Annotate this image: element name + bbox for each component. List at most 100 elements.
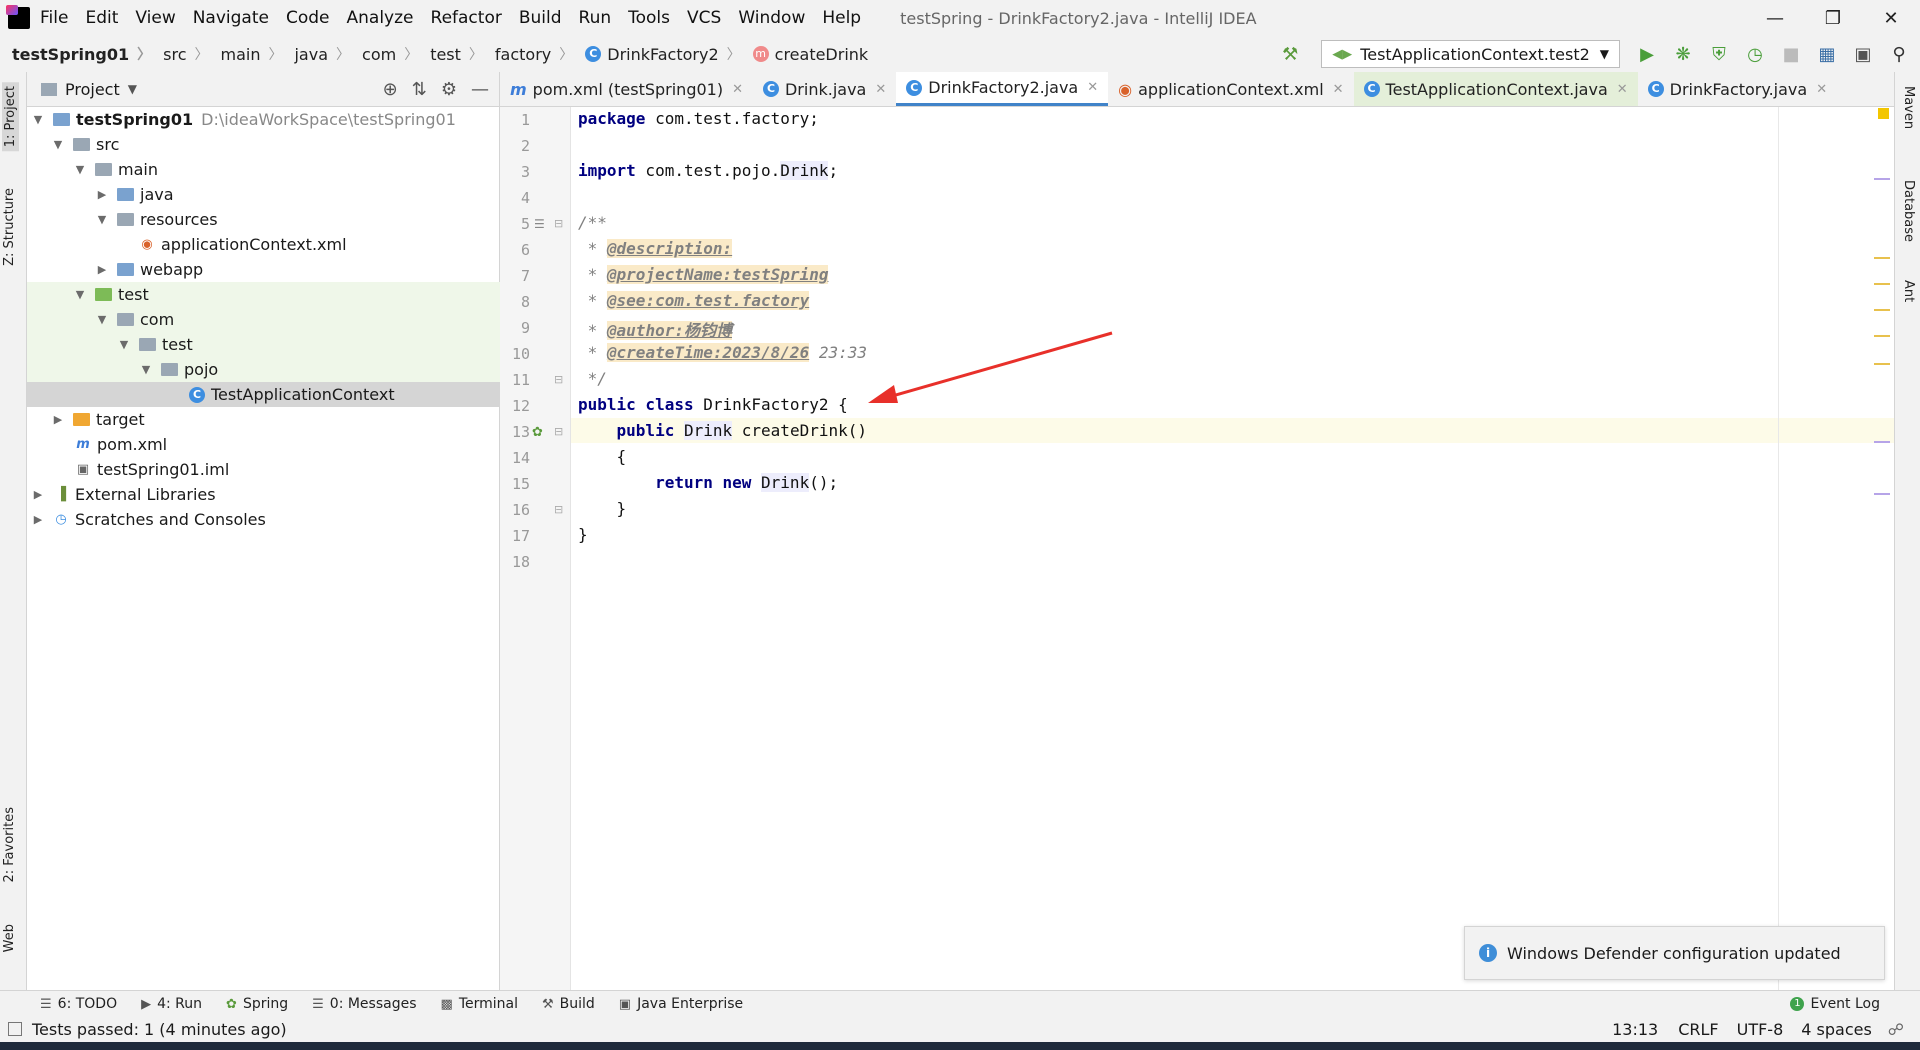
minimize-icon[interactable]: — bbox=[1746, 8, 1804, 29]
tool-build[interactable]: ⚒ Build bbox=[542, 996, 595, 1012]
error-stripe-marker[interactable] bbox=[1874, 283, 1890, 285]
error-stripe-marker[interactable] bbox=[1874, 178, 1890, 180]
run-configuration-select[interactable]: ◀▶ TestApplicationContext.test2 ▼ bbox=[1321, 40, 1620, 68]
chevron-down-icon[interactable]: ▼ bbox=[128, 82, 137, 96]
tab-pom-xml[interactable]: m pom.xml (testSpring01) ✕ bbox=[500, 72, 753, 106]
menu-edit[interactable]: Edit bbox=[85, 8, 118, 28]
inspection-status-icon[interactable] bbox=[1878, 108, 1889, 119]
menu-run[interactable]: Run bbox=[579, 8, 612, 28]
menu-view[interactable]: View bbox=[135, 8, 175, 28]
menu-help[interactable]: Help bbox=[822, 8, 861, 28]
error-stripe-marker[interactable] bbox=[1874, 335, 1890, 337]
menu-analyze[interactable]: Analyze bbox=[347, 8, 414, 28]
tool-run[interactable]: ▶ 4: Run bbox=[141, 996, 202, 1012]
tab-testapplicationcontext-java[interactable]: C TestApplicationContext.java ✕ bbox=[1353, 72, 1638, 106]
breadcrumb-com[interactable]: com 〉 bbox=[362, 44, 418, 64]
menu-tools[interactable]: Tools bbox=[628, 8, 670, 28]
toggle-tool-windows-icon[interactable] bbox=[8, 1022, 22, 1036]
tree-item-webapp[interactable]: ▶ webapp bbox=[27, 257, 567, 282]
tree-item-external-libraries[interactable]: ▶ ▐ External Libraries bbox=[27, 482, 503, 507]
breadcrumb-factory[interactable]: factory 〉 bbox=[495, 44, 573, 64]
error-stripe-marker[interactable] bbox=[1874, 363, 1890, 365]
tab-drink-java[interactable]: C Drink.java ✕ bbox=[753, 72, 896, 106]
stop-icon[interactable]: ■ bbox=[1776, 41, 1806, 67]
profile-icon[interactable]: ◷ bbox=[1740, 41, 1770, 67]
tool-event-log[interactable]: 1 Event Log bbox=[1790, 996, 1880, 1012]
coverage-icon[interactable]: ⛨ bbox=[1704, 41, 1734, 67]
fold-icon[interactable]: ⊟ bbox=[554, 503, 563, 516]
fold-icon[interactable]: ⊟ bbox=[554, 425, 563, 438]
maven-tool-tab[interactable]: Maven bbox=[1901, 86, 1916, 129]
close-window-icon[interactable]: ✕ bbox=[1862, 8, 1920, 29]
caret-position[interactable]: 13:13 bbox=[1612, 1020, 1658, 1039]
menu-refactor[interactable]: Refactor bbox=[431, 8, 502, 28]
collapse-all-icon[interactable]: ⇅ bbox=[412, 79, 427, 100]
status-message[interactable]: Tests passed: 1 (4 minutes ago) bbox=[32, 1020, 287, 1039]
locate-icon[interactable]: ⊕ bbox=[383, 79, 398, 100]
code-editor[interactable]: package com.test.factory; import com.tes… bbox=[571, 107, 1894, 990]
project-view-title[interactable]: Project bbox=[65, 80, 120, 99]
tree-item-src[interactable]: ▼ src bbox=[27, 132, 523, 157]
menu-code[interactable]: Code bbox=[286, 8, 330, 28]
close-icon[interactable]: ✕ bbox=[1816, 82, 1827, 97]
ant-tool-tab[interactable]: Ant bbox=[1901, 280, 1916, 302]
restore-icon[interactable]: ❐ bbox=[1804, 8, 1862, 29]
favorites-tool-tab[interactable]: 2: Favorites bbox=[2, 807, 17, 883]
indent-setting[interactable]: 4 spaces bbox=[1801, 1020, 1872, 1039]
tree-item-project-root[interactable]: ▼ testSpring01 D:\ideaWorkSpace\testSpri… bbox=[27, 107, 503, 132]
close-icon[interactable]: ✕ bbox=[1087, 80, 1098, 95]
tree-item-target[interactable]: ▶ target bbox=[27, 407, 523, 432]
project-structure-icon[interactable]: ▦ bbox=[1812, 41, 1842, 67]
breadcrumb-class[interactable]: C DrinkFactory2 〉 bbox=[585, 44, 741, 64]
close-icon[interactable]: ✕ bbox=[1333, 82, 1344, 97]
breadcrumb-java[interactable]: java 〉 bbox=[294, 44, 350, 64]
menu-navigate[interactable]: Navigate bbox=[193, 8, 269, 28]
error-stripe-marker[interactable] bbox=[1874, 493, 1890, 495]
error-stripe-marker[interactable] bbox=[1874, 441, 1890, 443]
close-icon[interactable]: ✕ bbox=[1617, 82, 1628, 97]
web-tool-tab[interactable]: Web bbox=[2, 924, 17, 952]
menu-window[interactable]: Window bbox=[738, 8, 805, 28]
hide-icon[interactable]: — bbox=[471, 79, 489, 100]
tab-drinkfactory2-java[interactable]: C DrinkFactory2.java ✕ bbox=[896, 72, 1109, 106]
tree-item-main[interactable]: ▼ main bbox=[27, 157, 545, 182]
doc-render-icon[interactable]: ☰ bbox=[534, 217, 545, 231]
lock-icon[interactable]: ☍ bbox=[1888, 1020, 1904, 1039]
tree-item-scratches[interactable]: ▶ ◷ Scratches and Consoles bbox=[27, 507, 503, 532]
tree-item-resources[interactable]: ▼ resources bbox=[27, 207, 567, 232]
tree-item-test[interactable]: ▼ test bbox=[27, 282, 545, 307]
tool-todo[interactable]: ☰ 6: TODO bbox=[40, 996, 117, 1012]
tool-messages[interactable]: ☰ 0: Messages bbox=[312, 996, 416, 1012]
debug-icon[interactable]: ❋ bbox=[1668, 41, 1698, 67]
tree-item-com[interactable]: ▼ com bbox=[27, 307, 567, 332]
notification-balloon[interactable]: i Windows Defender configuration updated bbox=[1464, 926, 1885, 980]
tab-drinkfactory-java[interactable]: C DrinkFactory.java ✕ bbox=[1638, 72, 1837, 106]
database-tool-tab[interactable]: Database bbox=[1901, 180, 1916, 242]
line-separator[interactable]: CRLF bbox=[1678, 1020, 1718, 1039]
tree-item-java[interactable]: ▶ java bbox=[27, 182, 567, 207]
close-icon[interactable]: ✕ bbox=[875, 82, 886, 97]
fold-icon[interactable]: ⊟ bbox=[554, 373, 563, 386]
close-icon[interactable]: ✕ bbox=[732, 82, 743, 97]
tree-item-iml[interactable]: ▣ testSpring01.iml bbox=[27, 457, 547, 482]
breadcrumb-project[interactable]: testSpring01 〉 bbox=[12, 44, 151, 64]
file-encoding[interactable]: UTF-8 bbox=[1737, 1020, 1784, 1039]
menu-build[interactable]: Build bbox=[519, 8, 562, 28]
search-icon[interactable]: ⚲ bbox=[1884, 41, 1914, 67]
project-tool-tab[interactable]: 1: Project bbox=[2, 82, 19, 152]
menu-vcs[interactable]: VCS bbox=[687, 8, 721, 28]
menu-file[interactable]: File bbox=[40, 8, 68, 28]
tool-terminal[interactable]: ▩ Terminal bbox=[441, 996, 518, 1012]
fold-icon[interactable]: ⊟ bbox=[554, 217, 563, 230]
error-stripe-marker[interactable] bbox=[1874, 257, 1890, 259]
error-stripe-marker[interactable] bbox=[1874, 309, 1890, 311]
tool-java-enterprise[interactable]: ▣ Java Enterprise bbox=[619, 996, 743, 1012]
build-hammer-icon[interactable]: ⚒ bbox=[1275, 41, 1305, 67]
breadcrumb-test[interactable]: test 〉 bbox=[430, 44, 483, 64]
run-icon[interactable]: ▶ bbox=[1632, 41, 1662, 67]
gear-icon[interactable]: ⚙ bbox=[441, 79, 457, 100]
structure-tool-tab[interactable]: Z: Structure bbox=[2, 188, 17, 266]
presentation-icon[interactable]: ▣ bbox=[1848, 41, 1878, 67]
breadcrumb-main[interactable]: main 〉 bbox=[221, 44, 283, 64]
spring-bean-gutter-icon[interactable]: ✿ bbox=[532, 425, 543, 440]
